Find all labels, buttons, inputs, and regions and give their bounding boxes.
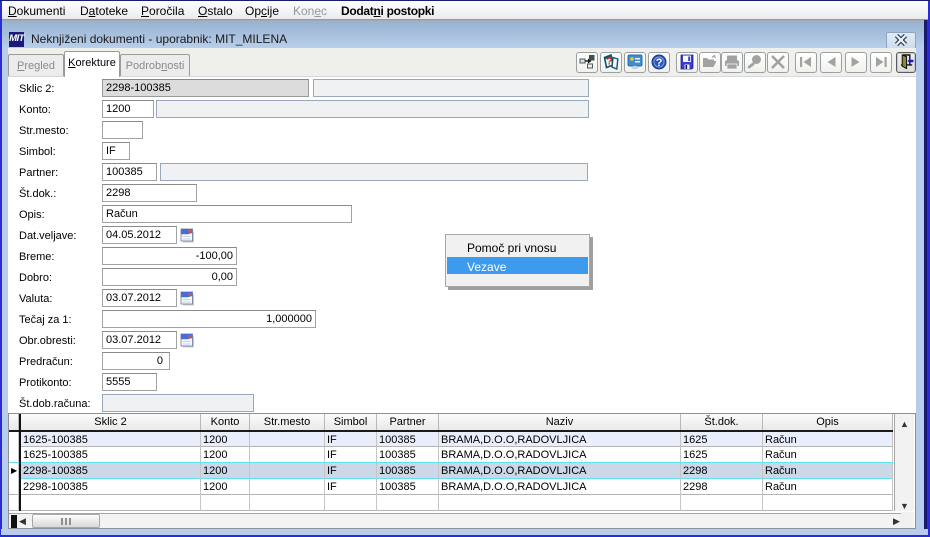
svg-text:?: ?	[656, 57, 663, 69]
svg-text:?: ?	[606, 57, 612, 68]
